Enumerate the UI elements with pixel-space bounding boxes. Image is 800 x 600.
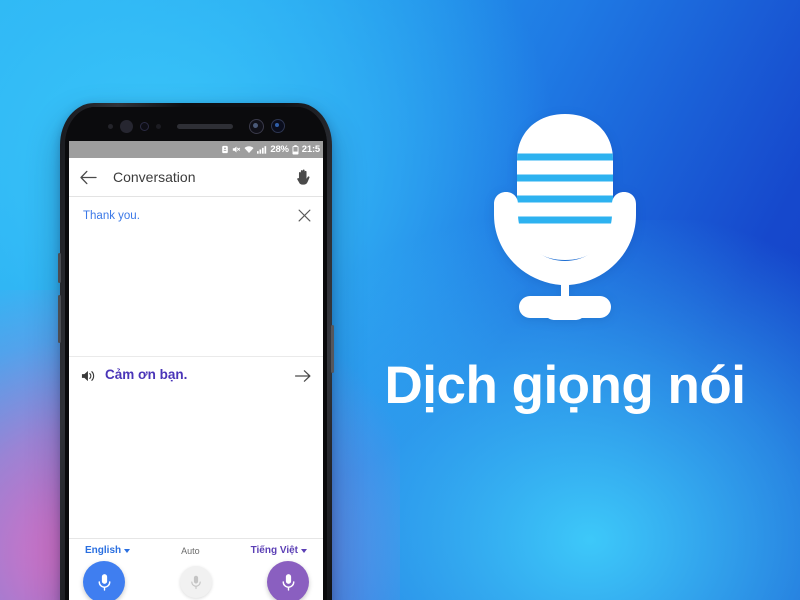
chevron-down-icon: [124, 548, 131, 553]
earpiece-speaker: [176, 123, 233, 129]
power-button[interactable]: [331, 325, 334, 373]
close-icon[interactable]: [298, 209, 311, 222]
source-language-selector[interactable]: English: [85, 545, 131, 556]
forward-arrow-icon[interactable]: [295, 369, 311, 383]
auto-detect-label[interactable]: Auto: [181, 546, 200, 556]
back-arrow-icon[interactable]: [80, 170, 97, 185]
hand-icon[interactable]: [295, 168, 312, 186]
proximity-sensor-icon: [107, 123, 113, 129]
target-language-label: Tiếng Việt: [250, 545, 298, 556]
signal-icon: [257, 145, 267, 154]
promo-canvas: Dịch giọng nói 28% 21:5 Conversation Tha…: [0, 0, 800, 600]
battery-icon: [292, 144, 299, 155]
auto-mic-button[interactable]: [180, 566, 212, 598]
status-time: 21:5: [301, 144, 320, 155]
battery-percent: 28%: [270, 144, 289, 155]
microphone-icon: [494, 114, 636, 320]
microphone-button-row: [69, 556, 323, 600]
hero-section: Dịch giọng nói: [355, 110, 775, 490]
target-text: Cảm ơn bạn.: [105, 367, 188, 382]
phone-screen: 28% 21:5 Conversation Thank you. Cảm ơn …: [69, 141, 323, 600]
status-bar: 28% 21:5: [69, 141, 323, 158]
hero-title: Dịch giọng nói: [384, 356, 747, 415]
source-mic-button[interactable]: [83, 561, 125, 600]
led-indicator-icon: [155, 123, 161, 129]
source-language-label: English: [85, 545, 122, 556]
wifi-icon: [244, 145, 254, 154]
language-bottom-bar: English Auto Tiếng Việt: [69, 538, 323, 600]
app-bar: Conversation: [69, 158, 323, 197]
target-text-pane[interactable]: Cảm ơn bạn.: [69, 357, 323, 538]
speaker-icon[interactable]: [81, 369, 96, 383]
phone-top-bezel: [65, 107, 327, 141]
source-text-pane[interactable]: Thank you.: [69, 197, 323, 357]
language-selector-row: English Auto Tiếng Việt: [69, 545, 323, 556]
front-camera-icon: [270, 119, 285, 133]
light-sensor-icon: [119, 119, 133, 133]
phone-screen-bezel: 28% 21:5 Conversation Thank you. Cảm ơn …: [65, 107, 327, 600]
sensor-cluster: [107, 118, 285, 134]
bixby-button[interactable]: [58, 253, 61, 283]
phone-mockup: 28% 21:5 Conversation Thank you. Cảm ơn …: [58, 103, 334, 600]
iris-sensor-icon: [139, 121, 149, 131]
page-title: Conversation: [113, 169, 196, 185]
iris-scanner-icon: [248, 118, 264, 134]
target-language-selector[interactable]: Tiếng Việt: [251, 545, 307, 556]
volume-button[interactable]: [58, 295, 61, 343]
target-mic-button[interactable]: [267, 561, 309, 600]
mute-icon: [232, 145, 241, 154]
source-text: Thank you.: [83, 210, 140, 222]
chevron-down-icon: [301, 548, 307, 553]
alarm-icon: [221, 145, 229, 154]
